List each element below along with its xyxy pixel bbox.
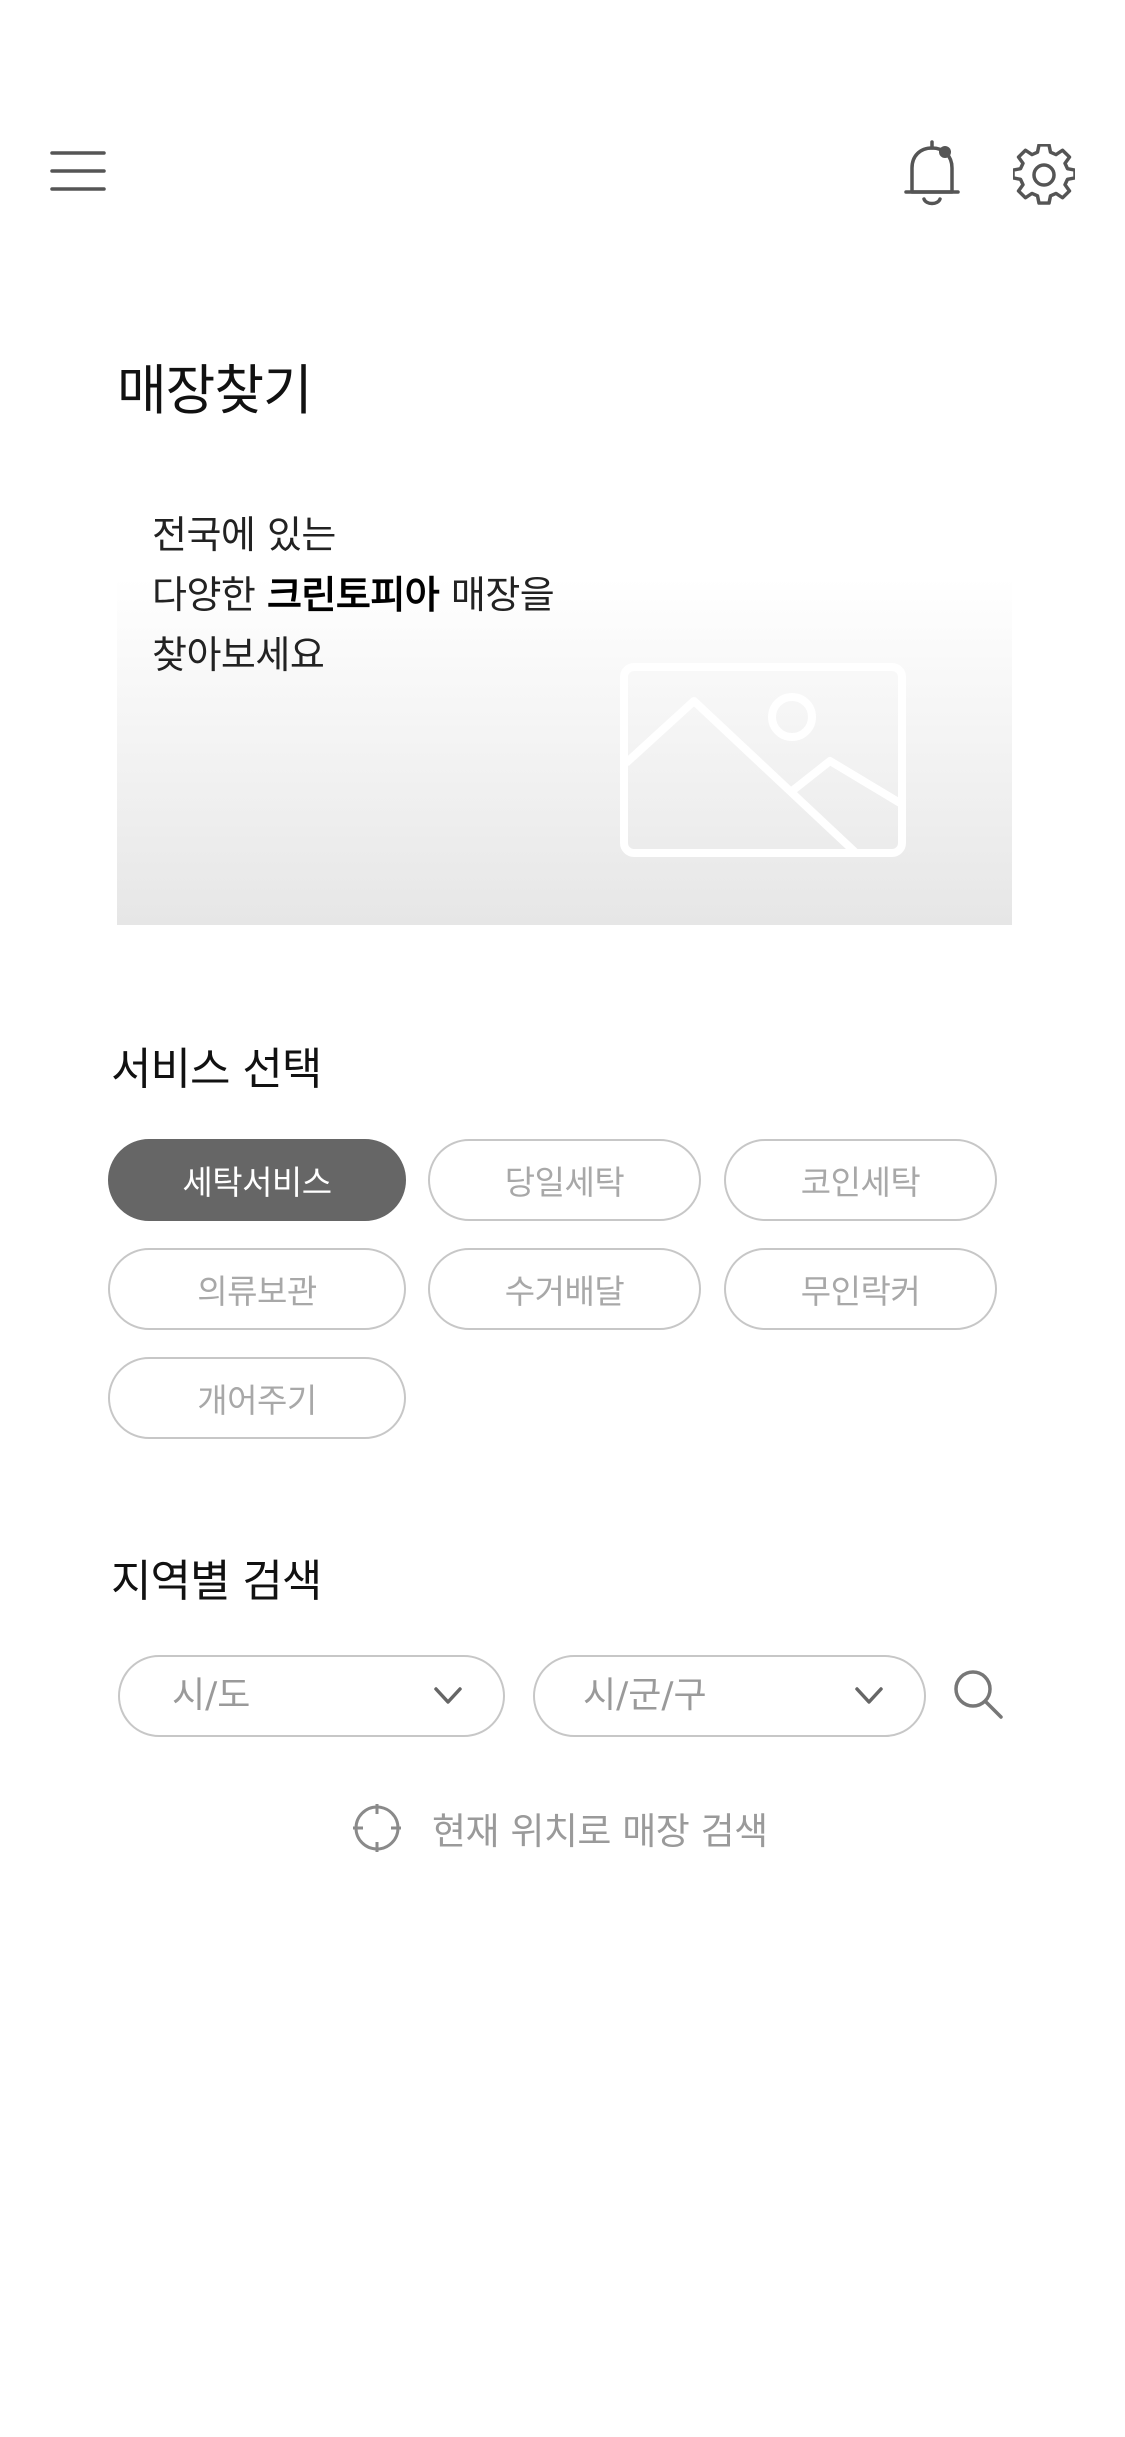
- image-placeholder-icon: [620, 663, 906, 857]
- region-section-title: 지역별 검색: [111, 1556, 322, 1607]
- province-select[interactable]: 시/도: [118, 1655, 505, 1737]
- page-title: 매장찾기: [117, 359, 313, 422]
- banner-text: 전국에 있는 다양한 크린토피아 매장을 찾아보세요: [152, 505, 555, 685]
- banner-image: [620, 663, 906, 861]
- settings-button[interactable]: [1013, 144, 1075, 206]
- search-button[interactable]: [952, 1668, 1004, 1720]
- banner-line-2-suffix: 매장을: [439, 573, 555, 617]
- brand-name: 크린토피아: [266, 573, 440, 617]
- province-select-value: 시/도: [172, 1675, 251, 1716]
- chip-same-day-laundry[interactable]: 당일세탁: [428, 1139, 701, 1221]
- chip-pickup-delivery[interactable]: 수거배달: [428, 1248, 701, 1330]
- notification-button[interactable]: [902, 140, 962, 210]
- banner-line-2: 다양한 크린토피아 매장을: [152, 565, 555, 625]
- district-select[interactable]: 시/군/구: [533, 1655, 926, 1737]
- chip-clothing-storage[interactable]: 의류보관: [108, 1248, 406, 1330]
- chevron-down-icon: [434, 1687, 462, 1704]
- chevron-down-icon: [855, 1687, 883, 1704]
- chip-unmanned-locker[interactable]: 무인락커: [724, 1248, 997, 1330]
- banner-line-2-prefix: 다양한: [152, 573, 267, 617]
- chip-laundry-service[interactable]: 세탁서비스: [108, 1139, 406, 1221]
- current-location-search[interactable]: 현재 위치로 매장 검색: [352, 1800, 768, 1856]
- district-select-value: 시/군/구: [583, 1675, 707, 1716]
- hamburger-menu-icon: [50, 151, 106, 191]
- gear-icon: [1013, 144, 1075, 205]
- menu-button[interactable]: [50, 150, 106, 192]
- current-location-label: 현재 위치로 매장 검색: [432, 1810, 768, 1853]
- service-section-title: 서비스 선택: [111, 1044, 322, 1095]
- chip-folding[interactable]: 개어주기: [108, 1357, 406, 1439]
- bell-icon: [904, 140, 960, 206]
- crosshair-icon: [353, 1804, 401, 1852]
- banner-line-1: 전국에 있는: [152, 513, 336, 557]
- banner-line-3: 찾아보세요: [152, 633, 325, 677]
- search-icon: [954, 1670, 1003, 1719]
- chip-coin-laundry[interactable]: 코인세탁: [724, 1139, 997, 1221]
